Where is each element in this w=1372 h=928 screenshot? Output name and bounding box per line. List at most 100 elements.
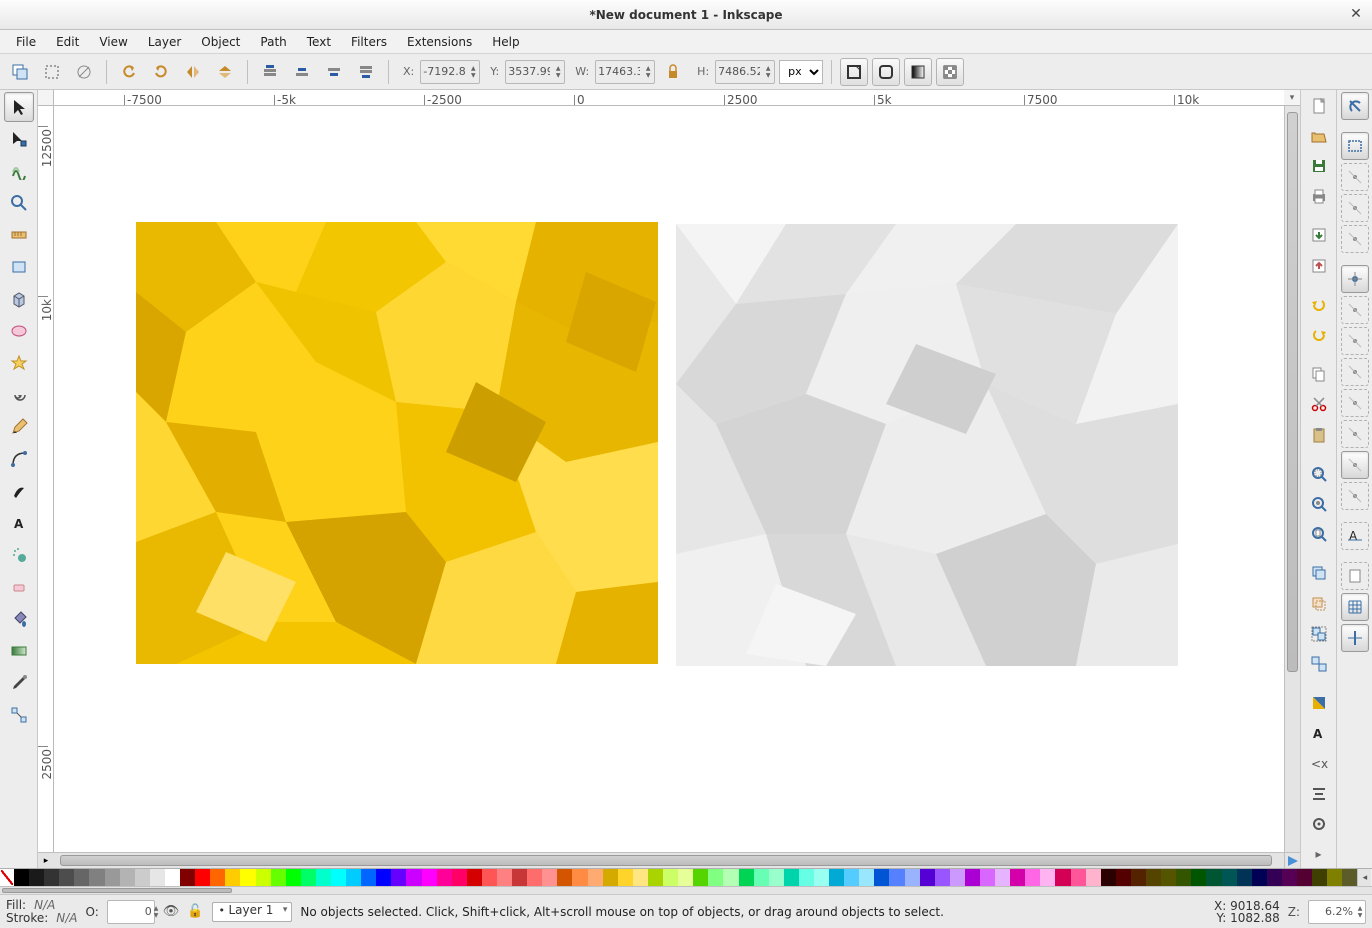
palette-swatch[interactable] — [859, 869, 874, 886]
palette-swatch[interactable] — [301, 869, 316, 886]
zoom-input[interactable] — [1309, 905, 1355, 918]
palette-swatch[interactable] — [150, 869, 165, 886]
palette-swatch[interactable] — [980, 869, 995, 886]
palette-swatch[interactable] — [678, 869, 693, 886]
palette-swatch[interactable] — [648, 869, 663, 886]
palette-swatch[interactable] — [708, 869, 723, 886]
snap-enable[interactable] — [1341, 92, 1369, 120]
palette-swatch[interactable] — [316, 869, 331, 886]
menu-help[interactable]: Help — [482, 32, 529, 52]
palette-swatch[interactable] — [588, 869, 603, 886]
tool-ellipse[interactable] — [4, 316, 34, 346]
menu-text[interactable]: Text — [297, 32, 341, 52]
palette-swatch[interactable] — [1055, 869, 1070, 886]
palette-swatch[interactable] — [346, 869, 361, 886]
snap-cusp[interactable] — [1341, 358, 1369, 386]
palette-swatch[interactable] — [74, 869, 89, 886]
cmd-paste[interactable] — [1305, 421, 1333, 448]
palette-swatch[interactable] — [542, 869, 557, 886]
snap-intersection[interactable] — [1341, 327, 1369, 355]
tool-gradient[interactable] — [4, 636, 34, 666]
palette-swatch[interactable] — [44, 869, 59, 886]
fill-stroke-indicator[interactable]: Fill:N/A Stroke:N/A — [6, 899, 78, 925]
y-spinbox[interactable]: ▲▼ — [505, 60, 565, 84]
menu-path[interactable]: Path — [250, 32, 296, 52]
vertical-scrollbar[interactable] — [1284, 106, 1300, 852]
cmd-print[interactable] — [1305, 183, 1333, 210]
h-input[interactable] — [716, 65, 762, 78]
palette-swatch[interactable] — [920, 869, 935, 886]
menu-filters[interactable]: Filters — [341, 32, 397, 52]
tool-measure[interactable] — [4, 220, 34, 250]
palette-swatch[interactable] — [1071, 869, 1086, 886]
palette-swatch[interactable] — [618, 869, 633, 886]
palette-swatch[interactable] — [1040, 869, 1055, 886]
palette-swatch[interactable] — [452, 869, 467, 886]
palette-swatch[interactable] — [814, 869, 829, 886]
palette-swatch[interactable] — [391, 869, 406, 886]
palette-swatch[interactable] — [240, 869, 255, 886]
select-all-button[interactable] — [38, 58, 66, 86]
palette-menu-button[interactable]: ◂ — [1357, 869, 1371, 886]
tool-3dbox[interactable] — [4, 284, 34, 314]
menu-view[interactable]: View — [89, 32, 137, 52]
palette-swatch[interactable] — [437, 869, 452, 886]
cmd-export[interactable] — [1305, 252, 1333, 279]
palette-swatch[interactable] — [135, 869, 150, 886]
snap-guide[interactable] — [1341, 624, 1369, 652]
lower-button[interactable] — [320, 58, 348, 86]
palette-nofill[interactable] — [0, 869, 14, 886]
snap-center[interactable] — [1341, 451, 1369, 479]
opacity-spinbox[interactable]: ▲▼ — [107, 900, 155, 924]
palette-swatch[interactable] — [29, 869, 44, 886]
snap-grid[interactable] — [1341, 593, 1369, 621]
palette-swatch[interactable] — [769, 869, 784, 886]
canvas-image-right[interactable] — [676, 224, 1178, 666]
palette-swatch[interactable] — [497, 869, 512, 886]
palette-swatch[interactable] — [1222, 869, 1237, 886]
menu-extensions[interactable]: Extensions — [397, 32, 482, 52]
cmd-text-dialog[interactable]: A — [1305, 720, 1333, 747]
palette-swatch[interactable] — [723, 869, 738, 886]
snap-text-baseline[interactable]: A — [1341, 522, 1369, 550]
layer-lock-toggle[interactable]: 🔓 — [187, 904, 203, 919]
palette-scrollbar[interactable] — [0, 886, 1372, 894]
cmd-clone[interactable] — [1305, 590, 1333, 617]
cmd-prefs[interactable] — [1305, 810, 1333, 837]
palette-swatch[interactable] — [1161, 869, 1176, 886]
palette-swatch[interactable] — [1342, 869, 1357, 886]
tool-tweak[interactable] — [4, 156, 34, 186]
palette-swatch[interactable] — [180, 869, 195, 886]
snap-path[interactable] — [1341, 296, 1369, 324]
palette-swatch[interactable] — [799, 869, 814, 886]
canvas-image-left[interactable] — [136, 222, 658, 664]
menu-object[interactable]: Object — [191, 32, 250, 52]
layer-selector[interactable]: • Layer 1 — [212, 902, 293, 922]
palette-swatch[interactable] — [195, 869, 210, 886]
palette-swatch[interactable] — [1191, 869, 1206, 886]
window-close-button[interactable]: ✕ — [1348, 6, 1364, 22]
palette-swatch[interactable] — [739, 869, 754, 886]
palette-swatch[interactable] — [89, 869, 104, 886]
palette-swatch[interactable] — [950, 869, 965, 886]
palette-swatch[interactable] — [905, 869, 920, 886]
tool-connector[interactable] — [4, 700, 34, 730]
tool-zoom[interactable] — [4, 188, 34, 218]
canvas[interactable] — [54, 106, 1284, 852]
palette-swatch[interactable] — [406, 869, 421, 886]
palette-swatch[interactable] — [633, 869, 648, 886]
palette-swatch[interactable] — [14, 869, 29, 886]
zoom-spinbox[interactable]: ▲▼ — [1308, 900, 1366, 924]
tool-rect[interactable] — [4, 252, 34, 282]
palette-swatch[interactable] — [663, 869, 678, 886]
palette-swatch[interactable] — [603, 869, 618, 886]
palette-swatch[interactable] — [1131, 869, 1146, 886]
palette-swatch[interactable] — [1327, 869, 1342, 886]
palette-swatch[interactable] — [754, 869, 769, 886]
palette-swatch[interactable] — [331, 869, 346, 886]
affect-corners-button[interactable] — [872, 58, 900, 86]
snap-node[interactable] — [1341, 265, 1369, 293]
layer-visibility-toggle[interactable]: 👁 — [163, 904, 180, 919]
cmd-cut[interactable] — [1305, 391, 1333, 418]
cmd-zoom-selection[interactable] — [1305, 460, 1333, 487]
